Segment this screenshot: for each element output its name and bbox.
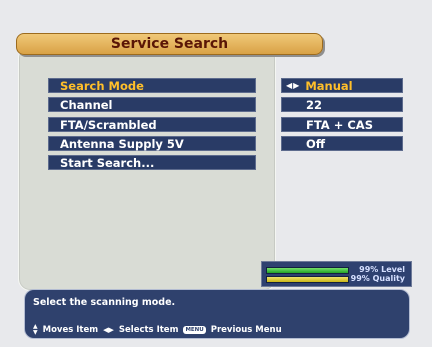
left-right-arrows-icon: ◀ ▶: [103, 325, 114, 334]
level-bar: [266, 267, 349, 274]
quality-label: Quality: [372, 274, 405, 283]
up-down-arrows-icon: ▲ ▼: [33, 323, 38, 336]
quality-text: 99% Quality: [351, 274, 405, 283]
level-label: Level: [381, 265, 405, 274]
menu-item-search-mode[interactable]: Search Mode: [48, 78, 256, 93]
value-fta-scrambled[interactable]: FTA + CAS: [281, 117, 403, 132]
menu-item-fta-scrambled[interactable]: FTA/Scrambled: [48, 117, 256, 132]
hint-select: Selects Item: [118, 325, 179, 335]
page-title: Service Search: [16, 33, 323, 55]
menu-item-label: Channel: [60, 97, 113, 112]
value-label: 22: [306, 97, 323, 112]
menu-item-channel[interactable]: Channel: [48, 97, 256, 112]
menu-item-label: Antenna Supply 5V: [60, 136, 184, 151]
value-search-mode[interactable]: ◀ ▶ Manual: [281, 78, 403, 93]
value-antenna-supply[interactable]: Off: [281, 136, 403, 151]
value-label: Off: [306, 136, 326, 151]
level-percent: 99%: [359, 265, 379, 274]
menu-item-antenna-supply[interactable]: Antenna Supply 5V: [48, 136, 256, 151]
value-label: Manual: [305, 78, 353, 93]
hint-menu: Previous Menu: [210, 325, 282, 335]
quality-bar: [266, 276, 349, 283]
quality-percent: 99%: [350, 274, 370, 283]
level-text: 99% Level: [359, 265, 405, 274]
menu-item-label: FTA/Scrambled: [60, 117, 157, 132]
menu-item-start-search[interactable]: Start Search...: [48, 155, 256, 170]
menu-item-label: Start Search...: [60, 155, 155, 170]
value-label: FTA + CAS: [306, 117, 373, 132]
value-channel[interactable]: 22: [281, 97, 403, 112]
signal-indicator: 99% Level 99% Quality: [261, 261, 412, 287]
menu-key-icon: MENU: [183, 326, 206, 334]
menu-item-label: Search Mode: [60, 78, 144, 93]
left-right-arrows-icon: ◀ ▶: [286, 80, 300, 90]
hint-move: Moves Item: [42, 325, 99, 335]
key-hints: ▲ ▼ Moves Item ◀ ▶ Selects Item MENU Previ…: [33, 324, 282, 336]
help-panel: Select the scanning mode. ▲ ▼ Moves Item …: [24, 289, 410, 339]
help-text: Select the scanning mode.: [33, 297, 176, 308]
